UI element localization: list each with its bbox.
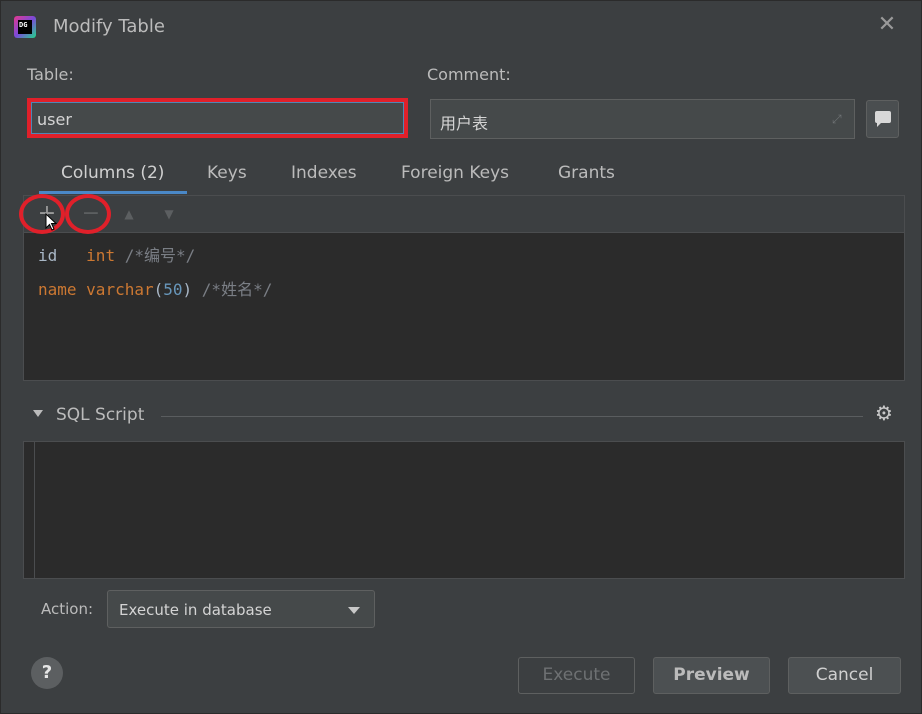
columns-panel: + − ▲ ▼ id int /*编号*/ name varchar(50) /… [23,195,905,381]
tab-columns[interactable]: Columns (2) [61,163,164,183]
comment-value: 用户表 [440,114,489,133]
expand-icon[interactable]: ⤢ [832,112,846,126]
action-label: Action: [41,600,94,618]
tab-bar: Columns (2) Keys Indexes Foreign Keys Gr… [1,159,921,195]
speech-bubble-icon [875,111,891,127]
help-button[interactable]: ? [31,657,63,689]
column-name: name [38,280,77,299]
title-bar: DG Modify Table ✕ [1,1,921,55]
table-label: Table: [27,65,74,84]
column-comment: /*姓名*/ [201,280,273,299]
comment-label: Comment: [427,65,511,84]
tab-grants[interactable]: Grants [558,163,615,183]
divider [161,416,863,417]
column-type: varchar [86,280,154,299]
highlight-circle-remove [65,194,111,234]
datagrip-logo-icon: DG [14,16,36,38]
sql-script-header[interactable]: SQL Script ⚙ [1,399,921,433]
column-type: int [86,246,116,265]
column-row[interactable]: id int /*编号*/ [38,242,195,266]
action-selected-value: Execute in database [119,601,272,619]
chevron-down-icon [348,607,360,614]
editor-gutter [34,442,35,578]
modify-table-dialog: DG Modify Table ✕ Table: Comment: user 用… [0,0,922,714]
action-select[interactable]: Execute in database [107,590,375,628]
sql-script-editor[interactable] [23,441,905,579]
tab-keys[interactable]: Keys [207,163,247,183]
collapse-arrow-icon[interactable] [33,410,43,417]
table-name-input[interactable]: user [27,98,408,138]
gear-icon[interactable]: ⚙ [875,401,899,425]
column-name: id [38,246,58,265]
close-icon[interactable]: ✕ [875,13,899,37]
table-name-value: user [37,110,72,129]
dialog-title: Modify Table [53,16,165,37]
columns-toolbar: + − ▲ ▼ [24,196,904,233]
highlight-circle-add [19,194,65,234]
cancel-button[interactable]: Cancel [788,657,901,694]
column-row[interactable]: name varchar(50) /*姓名*/ [38,276,272,300]
column-size: 50 [163,280,183,299]
move-up-icon[interactable]: ▲ [116,201,142,227]
active-tab-indicator [39,191,187,194]
column-comment: /*编号*/ [124,246,196,265]
comment-input[interactable]: 用户表 ⤢ [430,99,855,139]
tab-foreign-keys[interactable]: Foreign Keys [401,163,509,183]
mouse-cursor-icon [45,213,57,231]
preview-button[interactable]: Preview [653,657,770,694]
tab-indexes[interactable]: Indexes [291,163,357,183]
comment-button[interactable] [866,100,899,138]
sql-script-title: SQL Script [56,405,145,425]
move-down-icon[interactable]: ▼ [156,201,182,227]
execute-button[interactable]: Execute [518,657,635,694]
